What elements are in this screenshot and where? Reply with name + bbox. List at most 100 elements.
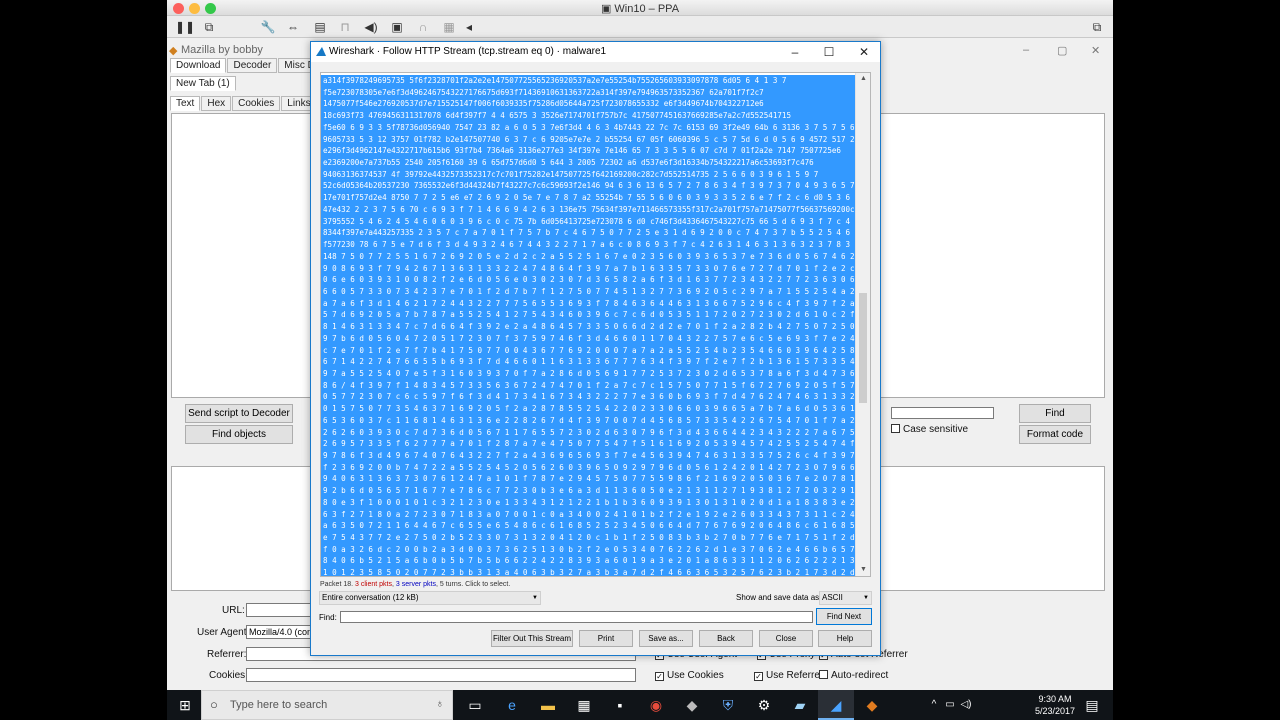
tab-download[interactable]: Download xyxy=(170,58,227,73)
screenshot-icon[interactable]: ⧉ xyxy=(201,19,217,35)
stream-line: 9 7 a 5 5 2 5 4 0 7 e 5 f 3 1 6 0 3 9 3 … xyxy=(321,367,855,380)
tab-hex[interactable]: Hex xyxy=(201,96,232,111)
stream-line: 5 7 d 6 9 2 0 5 a 7 b 7 8 7 a 5 5 2 5 4 … xyxy=(321,309,855,322)
stream-line: f 2 3 6 9 2 0 0 b 7 4 7 2 2 a 5 5 2 5 4 … xyxy=(321,461,855,474)
tab-new-tab[interactable]: New Tab (1) xyxy=(170,76,236,91)
cookies-input[interactable] xyxy=(246,668,636,682)
scroll-up-icon[interactable]: ▲ xyxy=(856,73,870,85)
disk-icon[interactable]: ▤ xyxy=(312,19,328,35)
wireshark-follow-stream-dialog: Wireshark · Follow HTTP Stream (tcp.stre… xyxy=(310,41,881,656)
stream-line: 0 6 e 6 0 3 9 3 1 0 0 8 2 f 2 e 6 d 0 5 … xyxy=(321,274,855,286)
stream-line: 9 0 8 6 9 3 f 7 9 4 2 6 7 1 3 6 3 1 3 3 … xyxy=(321,262,855,275)
stream-line: c 7 e 7 0 1 f 2 e 7 f 7 b 4 1 7 5 0 7 7 … xyxy=(321,344,855,357)
help-button[interactable]: Help xyxy=(818,630,872,647)
store-icon[interactable]: ▦ xyxy=(566,690,602,720)
close-icon[interactable]: ✕ xyxy=(1091,44,1100,57)
format-code-button[interactable]: Format code xyxy=(1019,425,1091,444)
mazilla-taskbar-icon[interactable]: ◆ xyxy=(854,690,890,720)
stream-line: 18c693f73 4769456311317078 6d4f397f7 4 4… xyxy=(321,110,855,122)
maximize-icon[interactable]: ▢ xyxy=(1057,44,1067,57)
shield-icon[interactable]: ⛨ xyxy=(710,690,746,720)
wireshark-taskbar-icon[interactable]: ◢ xyxy=(818,690,854,720)
find-objects-button[interactable]: Find objects xyxy=(185,425,293,444)
windows-start-icon[interactable]: ⊞ xyxy=(167,690,203,720)
stream-line: 0 1 5 7 5 0 7 7 3 5 4 6 3 7 1 6 9 2 0 5 … xyxy=(321,403,855,415)
notepad-icon[interactable]: ▰ xyxy=(782,690,818,720)
stop-icon[interactable]: ▣ xyxy=(389,19,405,35)
tab-decoder[interactable]: Decoder xyxy=(227,58,278,73)
terminal-icon[interactable]: ▪ xyxy=(602,690,638,720)
stream-line: 9 7 8 6 f 3 d 4 9 6 7 4 0 7 6 4 3 2 2 7 … xyxy=(321,450,855,462)
minimize-icon[interactable]: – xyxy=(1023,44,1029,56)
tray-clock[interactable]: 9:30 AM 5/23/2017 xyxy=(1035,693,1075,717)
close-button[interactable]: Close xyxy=(759,630,813,647)
find-input[interactable] xyxy=(340,611,813,623)
stream-line: e 7 5 4 3 7 7 2 e 2 7 5 0 2 b 5 2 3 3 0 … xyxy=(321,532,855,544)
stream-line: 2 6 2 6 0 3 9 3 0 c 7 d 7 3 6 d 0 5 6 7 … xyxy=(321,426,855,439)
stream-content-area[interactable]: a314f3978249695735 5f6f2328701f2a2e2e147… xyxy=(320,72,871,577)
window-mode-icon[interactable]: ⧉ xyxy=(1089,19,1105,35)
stream-scrollbar[interactable]: ▲ ▼ xyxy=(855,73,870,576)
stream-line: 9 4 0 6 3 1 3 6 3 7 3 0 7 6 1 2 4 7 a 1 … xyxy=(321,473,855,486)
send-script-button[interactable]: Send script to Decoder xyxy=(185,404,293,423)
filter-out-stream-button[interactable]: Filter Out This Stream xyxy=(491,630,573,647)
stream-line: f5e60 6 9 3 3 5f78736d056940 7547 23 82 … xyxy=(321,121,855,134)
stream-line: 9 7 b 6 d 0 5 6 0 4 7 2 0 5 1 7 2 3 0 7 … xyxy=(321,332,855,345)
microphone-icon[interactable]: ♁ xyxy=(436,698,444,710)
stream-line: a314f3978249695735 5f6f2328701f2a2e2e147… xyxy=(321,75,855,87)
stream-info-text[interactable]: Packet 18. 3 client pkts, 3 server pkts,… xyxy=(320,581,510,588)
tray-chevron-icon[interactable]: ^ xyxy=(927,690,941,720)
stream-line: 2 6 9 5 7 3 3 5 f 6 2 7 7 7 a 7 0 1 f 2 … xyxy=(321,438,855,450)
shared-folder-icon[interactable]: ▦ xyxy=(441,19,457,35)
gear-icon[interactable]: ⚙ xyxy=(746,690,782,720)
stream-line: 1475077f546e276920537d7e715525147f006f60… xyxy=(321,98,855,111)
find-text-input[interactable] xyxy=(891,407,994,419)
use-referrer-checkbox[interactable]: ✓ Use Referrer xyxy=(754,670,823,681)
wrench-icon[interactable]: 🔧 xyxy=(260,19,276,35)
headphones-icon[interactable]: ∩ xyxy=(415,19,431,35)
ws-maximize-icon[interactable]: ☐ xyxy=(819,44,839,60)
ws-minimize-icon[interactable]: – xyxy=(785,44,805,60)
stream-line: 148 7 5 0 7 7 2 5 5 1 6 7 2 6 9 2 0 5 e … xyxy=(321,250,855,263)
scroll-down-icon[interactable]: ▼ xyxy=(856,564,870,576)
find-next-button[interactable]: Find Next xyxy=(816,608,872,625)
find-button[interactable]: Find xyxy=(1019,404,1091,423)
stream-line: 8344f397e7a443257335 2 3 5 7 c 7 a 7 0 1… xyxy=(321,227,855,240)
taskbar-search-box[interactable]: ○ Type here to search ♁ xyxy=(201,690,453,720)
stream-hex-lines: a314f3978249695735 5f6f2328701f2a2e2e147… xyxy=(321,75,855,577)
tab-text[interactable]: Text xyxy=(170,96,201,111)
volume-icon[interactable]: ◁) xyxy=(959,690,973,720)
tab-cookies[interactable]: Cookies xyxy=(232,96,281,111)
stream-line: a 7 a 6 f 3 d 1 4 6 2 1 7 2 4 4 3 2 2 7 … xyxy=(321,297,855,310)
file-explorer-icon[interactable]: ▬ xyxy=(530,690,566,720)
stream-line: 47e432 2 2 3 7 5 6 70 c 6 9 3 f 7 1 4 6 … xyxy=(321,203,855,216)
ws-close-icon[interactable]: ✕ xyxy=(854,44,874,60)
referrer-label: Referrer: xyxy=(207,649,247,660)
lock-icon[interactable]: ⊓ xyxy=(337,19,353,35)
print-button[interactable]: Print xyxy=(579,630,633,647)
chevron-left-icon[interactable]: ◂ xyxy=(461,19,477,35)
scrollbar-thumb[interactable] xyxy=(859,293,867,403)
use-cookies-checkbox[interactable]: ✓ Use Cookies xyxy=(655,670,724,681)
stream-line: 52c6d05364b20537230 7365532e6f3d44324b7f… xyxy=(321,180,855,193)
auto-redirect-checkbox[interactable]: Auto-redirect xyxy=(819,670,888,681)
conversation-select[interactable]: Entire conversation (12 kB) ▼ xyxy=(319,591,541,605)
task-view-icon[interactable]: ▭ xyxy=(457,690,493,720)
case-sensitive-checkbox[interactable]: Case sensitive xyxy=(891,424,968,435)
back-button[interactable]: Back xyxy=(699,630,753,647)
notifications-icon[interactable]: ▤ xyxy=(1077,690,1107,720)
pause-icon[interactable]: ❚❚ xyxy=(175,19,195,35)
stream-line: 1 0 1 2 3 5 8 5 0 2 0 7 7 2 3 b b 3 1 3 … xyxy=(321,567,855,577)
cookies-label: Cookies: xyxy=(209,670,248,681)
stream-line: 8 6 / 4 f 3 9 7 f 1 4 8 3 4 5 7 3 3 5 6 … xyxy=(321,379,855,392)
arrows-icon[interactable]: ⇔ xyxy=(285,19,301,35)
edge-browser-icon[interactable]: e xyxy=(494,690,530,720)
tool-app-icon[interactable]: ◆ xyxy=(674,690,710,720)
encoding-select[interactable]: ASCII ▼ xyxy=(819,591,872,605)
save-as-button[interactable]: Save as... xyxy=(639,630,693,647)
network-icon[interactable]: ▭ xyxy=(943,690,957,720)
stream-line: e2369200e7a737b55 2540 205f6160 39 6 65d… xyxy=(321,157,855,169)
app-icon: ◆ xyxy=(169,45,178,57)
chrome-icon[interactable]: ◉ xyxy=(638,690,674,720)
speaker-icon[interactable]: ◀) xyxy=(363,19,379,35)
